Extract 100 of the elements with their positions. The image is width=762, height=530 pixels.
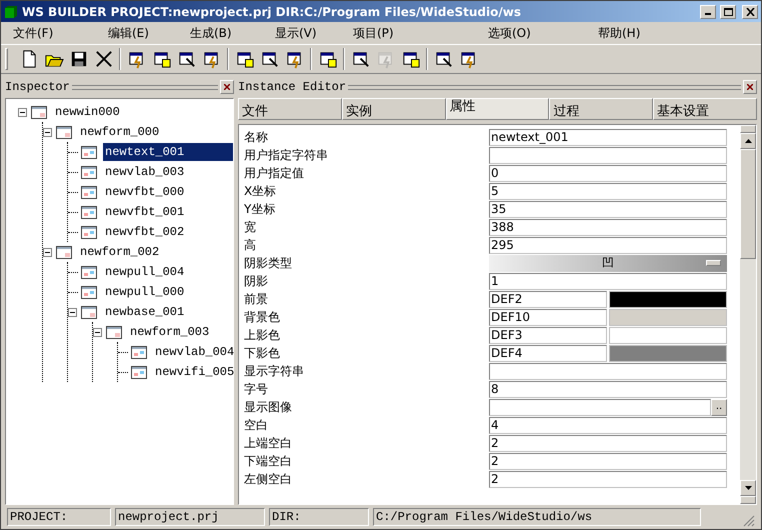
value-field[interactable]: 4 [489,416,727,434]
color-name-field[interactable]: DEF3 [489,326,607,344]
status-field: PROJECT: [7,508,111,526]
color-swatch[interactable] [609,308,727,326]
value-field[interactable]: 2 [489,452,727,470]
property-label: 宽 [244,219,257,236]
value-field[interactable]: 1 [489,272,727,290]
collapse-toggle[interactable] [93,328,102,336]
color-name-field[interactable]: DEF4 [489,344,607,362]
color-swatch[interactable] [609,344,727,362]
color-name-field[interactable]: DEF2 [489,290,607,308]
property-label: 字号 [244,381,269,398]
scroll-thumb[interactable] [740,149,756,259]
tree-item[interactable]: newpull_000 [103,283,192,301]
tab[interactable]: 基本设置 [653,98,757,120]
color-name-field[interactable]: DEF10 [489,308,607,326]
menu-item[interactable]: 文件(F) [13,26,54,40]
widget-icon [81,166,97,178]
tree-item[interactable]: newvlab_004 [153,343,242,361]
image-path-field[interactable] [489,398,711,416]
property-label: 左侧空白 [244,471,293,488]
value-field[interactable] [489,362,727,380]
menu-item[interactable]: 选项(O) [488,26,531,40]
tab[interactable]: 过程 [549,98,654,120]
value-field[interactable]: newtext_001 [489,128,727,146]
toolbar-icon [94,49,114,69]
window-icon [56,246,72,258]
value-field[interactable]: 0 [489,164,727,182]
value-field[interactable]: 5 [489,182,727,200]
tree-item[interactable]: newvfbt_001 [103,203,192,221]
close-button[interactable] [742,4,758,18]
value-field[interactable]: 295 [489,236,727,254]
tree-item[interactable]: newwin000 [53,103,128,121]
tree-item[interactable]: newform_003 [128,323,218,341]
value-field[interactable]: 388 [489,218,727,236]
property-label: 显示字符串 [244,363,305,380]
value-field[interactable]: 2 [489,470,727,488]
scroll-up-button[interactable] [740,133,756,149]
value-field[interactable]: 8 [489,380,727,398]
property-label: 下端空白 [244,453,293,470]
window-title: WS BUILDER PROJECT:newproject.prj DIR:C:/Program Files/WideStudio/ws [22,4,522,20]
tree-item[interactable]: newvifi_005 [153,363,242,381]
up-arrow-icon [744,139,752,143]
widget-icon [131,346,147,358]
widget-icon [81,226,97,238]
property-label: 阴影类型 [244,255,293,272]
color-swatch[interactable] [609,326,727,344]
tab[interactable]: 文件 [238,98,342,120]
tab[interactable]: 实例 [342,98,446,120]
tree-item[interactable]: newpull_004 [103,263,192,281]
tab[interactable]: 属性 [446,98,550,120]
minimize-icon [705,13,711,15]
tree-item[interactable]: newbase_001 [103,303,192,321]
collapse-toggle[interactable] [18,108,27,116]
property-label: 前景 [244,291,269,308]
collapse-toggle[interactable] [43,248,52,256]
scroll-down-button[interactable] [740,480,756,496]
value-field[interactable] [489,146,727,164]
property-label: 用户指定字符串 [244,147,329,164]
property-label: 上端空白 [244,435,293,452]
close-button[interactable] [743,80,757,94]
maximize-button[interactable] [720,4,736,18]
property-label: X坐标 [244,183,278,200]
scrollbar[interactable] [740,125,756,504]
app-icon [4,4,18,18]
tree-item[interactable]: newvlab_003 [103,163,192,181]
tree-item[interactable]: newtext_001 [103,143,233,161]
collapse-toggle[interactable] [68,308,77,316]
property-label: 阴影 [244,273,269,290]
collapse-toggle[interactable] [43,128,52,136]
property-label: 显示图像 [244,399,293,416]
property-label: 名称 [244,129,269,146]
widget-icon [81,146,97,158]
minimize-button[interactable] [700,4,716,18]
window-icon [106,326,122,338]
menu-item[interactable]: 帮助(H) [598,26,640,40]
panel-title: Instance Editor [238,79,346,96]
property-label: Y坐标 [244,201,276,218]
browse-button[interactable]: .. [711,398,727,416]
property-label: 下影色 [244,345,281,362]
tree-item[interactable]: newvfbt_000 [103,183,192,201]
widget-icon [81,266,97,278]
menu-item[interactable]: 项目(P) [353,26,394,40]
close-button[interactable] [220,80,234,94]
property-label: 用户指定值 [244,165,305,182]
value-field[interactable]: 35 [489,200,727,218]
color-swatch[interactable] [609,290,727,308]
down-arrow-icon [744,486,752,490]
menu-item[interactable]: 生成(B) [190,26,232,40]
close-icon [224,84,230,90]
menu-item[interactable]: 显示(V) [275,26,317,40]
shadow-type-dropdown[interactable]: 凹 [489,254,727,272]
value-field[interactable]: 2 [489,434,727,452]
widget-icon [81,206,97,218]
tree-item[interactable]: newform_002 [78,243,168,261]
tree-item[interactable]: newform_000 [78,123,168,141]
status-field: DIR: [269,508,369,526]
status-field: C:/Program Files/WideStudio/ws [373,508,701,526]
tree-item[interactable]: newvfbt_002 [103,223,192,241]
menu-item[interactable]: 编辑(E) [108,26,149,40]
